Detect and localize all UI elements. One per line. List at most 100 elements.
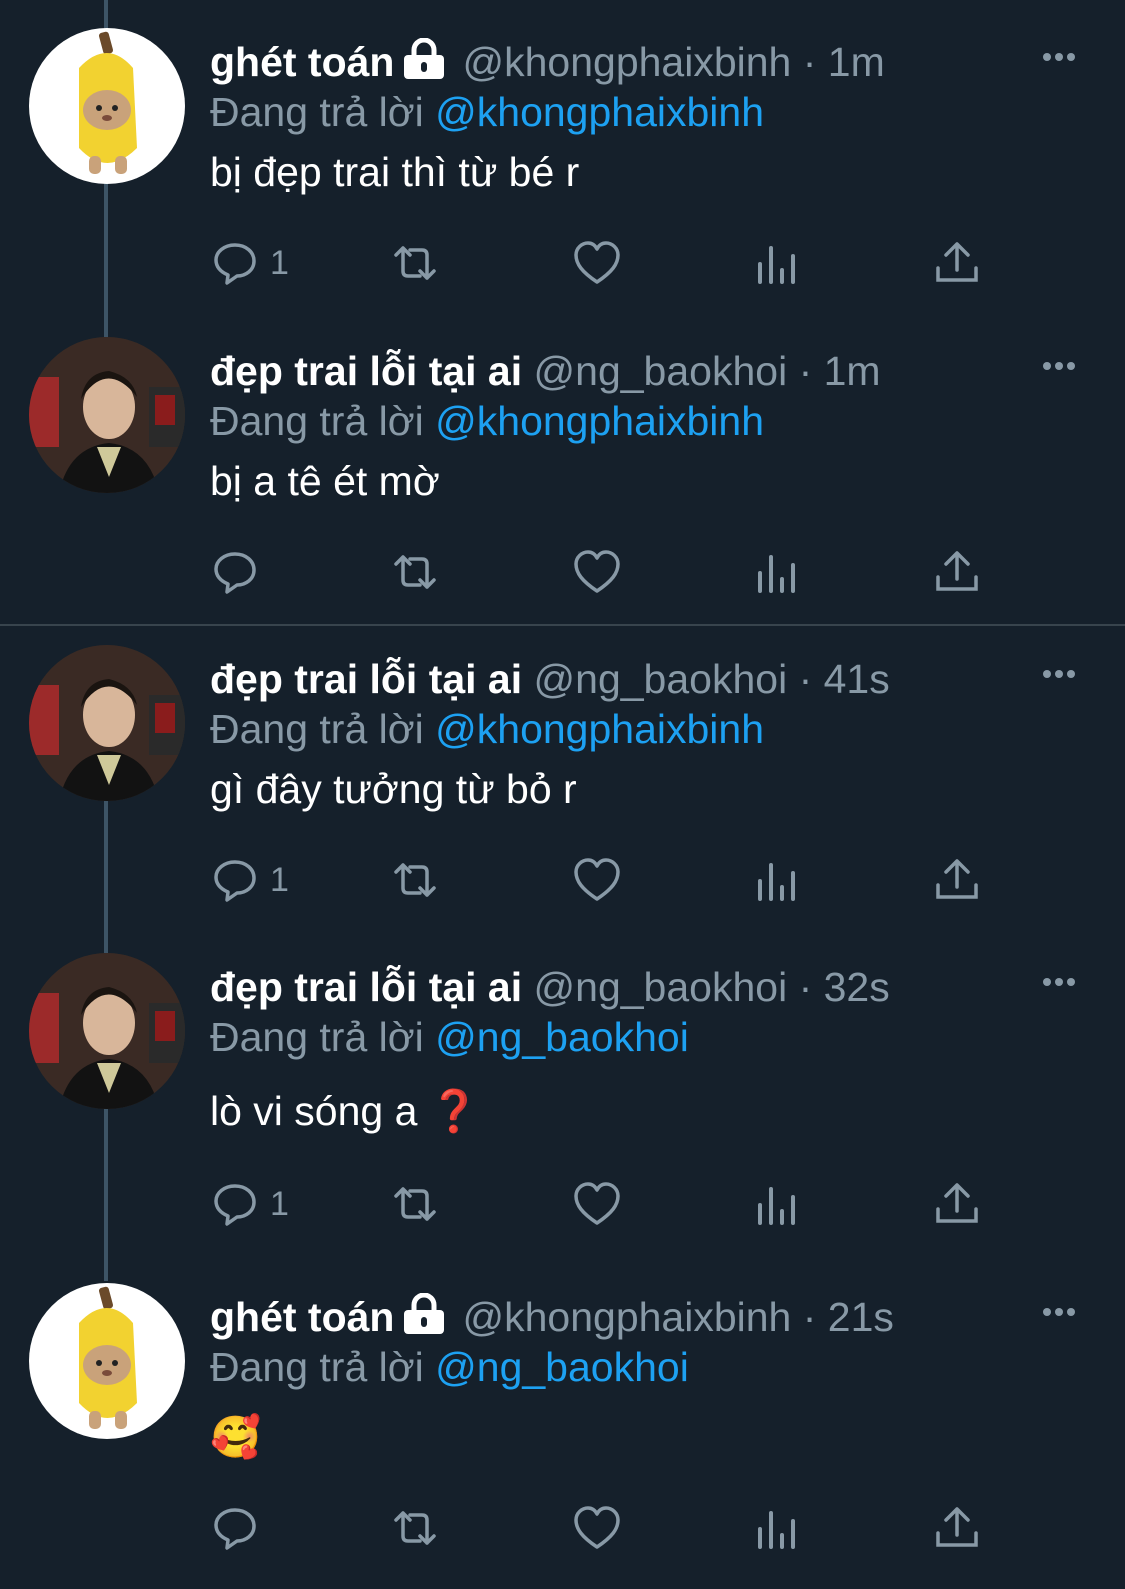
retweet-button[interactable] xyxy=(390,547,440,597)
display-name[interactable]: đẹp trai lỗi tại ai xyxy=(210,656,522,702)
reply-button[interactable] xyxy=(210,547,260,597)
handle[interactable]: @ng_baokhoi xyxy=(534,964,788,1010)
like-icon xyxy=(574,858,620,901)
retweet-icon xyxy=(394,246,436,280)
timestamp[interactable]: 1m xyxy=(828,39,885,85)
action-bar xyxy=(210,1503,1010,1553)
like-button[interactable] xyxy=(572,238,622,288)
display-name[interactable]: đẹp trai lỗi tại ai xyxy=(210,348,522,394)
share-button[interactable] xyxy=(932,1503,982,1553)
avatar[interactable] xyxy=(29,1283,185,1439)
tweet[interactable]: ghét toán @khongphaixbinh · 21s Đang trả … xyxy=(0,1283,1125,1583)
tweet-text: bị đẹp trai thì từ bé r xyxy=(210,149,580,195)
tweet-header: ghét toán @khongphaixbinh · 1m xyxy=(210,38,885,85)
tweet-header: đẹp trai lỗi tại ai @ng_baokhoi · 1m xyxy=(210,348,881,394)
mention-link[interactable]: @khongphaixbinh xyxy=(435,706,764,752)
reply-icon xyxy=(214,860,256,902)
tweet-header: ghét toán @khongphaixbinh · 21s xyxy=(210,1293,894,1340)
share-icon xyxy=(936,242,978,282)
views-button[interactable] xyxy=(752,855,802,905)
reply-count: 1 xyxy=(270,1184,289,1223)
views-icon xyxy=(758,1187,795,1225)
timestamp[interactable]: 32s xyxy=(824,964,890,1010)
share-button[interactable] xyxy=(932,1179,982,1229)
views-button[interactable] xyxy=(752,1503,802,1553)
reply-button[interactable] xyxy=(210,1503,260,1553)
handle[interactable]: @khongphaixbinh xyxy=(462,1294,791,1340)
profile-photo-image xyxy=(29,953,185,1109)
lock-icon xyxy=(404,38,445,79)
more-icon[interactable] xyxy=(1043,665,1083,685)
avatar[interactable] xyxy=(29,645,185,801)
share-button[interactable] xyxy=(932,855,982,905)
mention-link[interactable]: @khongphaixbinh xyxy=(435,89,764,135)
views-button[interactable] xyxy=(752,1179,802,1229)
tweet[interactable]: đẹp trai lỗi tại ai @ng_baokhoi · 41s Đa… xyxy=(0,645,1125,945)
tweet-text: lò vi sóng a ❓ xyxy=(210,1088,480,1134)
more-icon[interactable] xyxy=(1043,973,1083,993)
share-icon xyxy=(936,859,978,899)
like-icon xyxy=(574,550,620,593)
avatar[interactable] xyxy=(29,337,185,493)
reply-button[interactable]: 1 xyxy=(210,855,289,905)
views-icon xyxy=(758,863,795,901)
mention-link[interactable]: @khongphaixbinh xyxy=(435,398,764,444)
reply-icon xyxy=(214,1184,256,1226)
timestamp[interactable]: 1m xyxy=(824,348,881,394)
like-button[interactable] xyxy=(572,547,622,597)
views-icon xyxy=(758,1511,795,1549)
share-icon xyxy=(936,551,978,591)
action-bar xyxy=(210,547,1010,597)
retweet-icon xyxy=(394,1511,436,1545)
more-icon[interactable] xyxy=(1043,48,1083,68)
views-icon xyxy=(758,246,795,284)
profile-photo-image xyxy=(29,645,185,801)
share-icon xyxy=(936,1507,978,1547)
share-button[interactable] xyxy=(932,547,982,597)
more-icon[interactable] xyxy=(1043,1303,1083,1323)
reply-icon xyxy=(214,552,256,594)
like-icon xyxy=(574,241,620,284)
mention-link[interactable]: @ng_baokhoi xyxy=(435,1344,689,1390)
reply-button[interactable]: 1 xyxy=(210,238,289,288)
handle[interactable]: @ng_baokhoi xyxy=(534,348,788,394)
retweet-button[interactable] xyxy=(390,238,440,288)
retweet-button[interactable] xyxy=(390,1503,440,1553)
retweet-button[interactable] xyxy=(390,855,440,905)
like-button[interactable] xyxy=(572,1503,622,1553)
avatar[interactable] xyxy=(29,28,185,184)
timestamp[interactable]: 21s xyxy=(828,1294,894,1340)
views-button[interactable] xyxy=(752,238,802,288)
more-icon[interactable] xyxy=(1043,357,1083,377)
avatar[interactable] xyxy=(29,953,185,1109)
display-name[interactable]: ghét toán xyxy=(210,1294,394,1340)
like-button[interactable] xyxy=(572,855,622,905)
handle[interactable]: @ng_baokhoi xyxy=(534,656,788,702)
reply-count: 1 xyxy=(270,243,289,282)
tweet-text: 🥰 xyxy=(210,1414,262,1460)
reply-button[interactable]: 1 xyxy=(210,1179,289,1229)
replying-to: Đang trả lời @khongphaixbinh xyxy=(210,706,765,752)
reply-icon xyxy=(214,243,256,285)
tweet[interactable]: đẹp trai lỗi tại ai @ng_baokhoi · 32s Đa… xyxy=(0,953,1125,1273)
banana-cat-image xyxy=(79,1286,137,1429)
retweet-icon xyxy=(394,555,436,589)
share-button[interactable] xyxy=(932,238,982,288)
replying-to: Đang trả lời @khongphaixbinh xyxy=(210,89,765,135)
tweet[interactable]: đẹp trai lỗi tại ai @ng_baokhoi · 1m Đan… xyxy=(0,337,1125,627)
display-name[interactable]: ghét toán xyxy=(210,39,394,85)
views-icon xyxy=(758,555,795,593)
handle[interactable]: @khongphaixbinh xyxy=(462,39,791,85)
views-button[interactable] xyxy=(752,547,802,597)
mention-link[interactable]: @ng_baokhoi xyxy=(435,1014,689,1060)
replying-to: Đang trả lời @ng_baokhoi xyxy=(210,1344,689,1390)
timestamp[interactable]: 41s xyxy=(824,656,890,702)
display-name[interactable]: đẹp trai lỗi tại ai xyxy=(210,964,522,1010)
lock-icon xyxy=(404,1293,445,1334)
retweet-button[interactable] xyxy=(390,1179,440,1229)
tweet-header: đẹp trai lỗi tại ai @ng_baokhoi · 32s xyxy=(210,964,890,1010)
profile-photo-image xyxy=(29,337,185,493)
like-button[interactable] xyxy=(572,1179,622,1229)
tweet[interactable]: ghét toán @khongphaixbinh · 1m Đang trả l… xyxy=(0,28,1125,328)
like-icon xyxy=(574,1506,620,1549)
